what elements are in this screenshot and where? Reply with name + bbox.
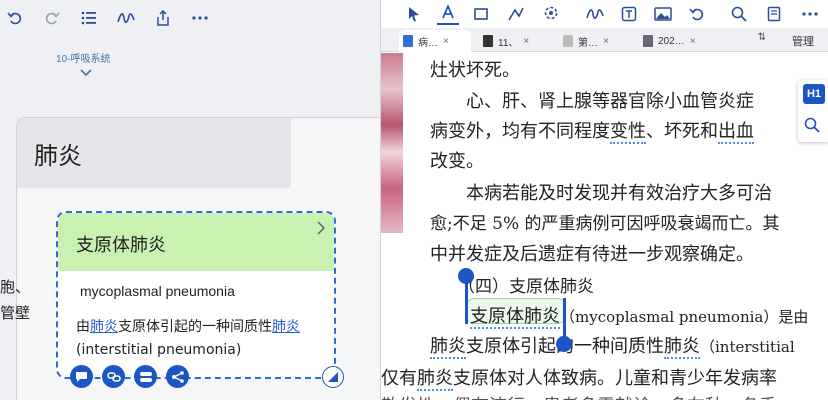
- page-text-line: 中并发症及后遗症有待进一步观察确定。: [430, 244, 754, 265]
- pdf-icon: [643, 35, 653, 47]
- pen-icon[interactable]: [584, 3, 606, 25]
- desc-link[interactable]: 肺炎: [90, 319, 118, 335]
- selection-handle-line: [465, 280, 468, 324]
- close-icon[interactable]: ×: [523, 36, 529, 47]
- heading-h1-button[interactable]: H1: [803, 84, 825, 104]
- term-link[interactable]: 肺炎: [417, 368, 453, 391]
- cropped-text: 管壁: [0, 304, 31, 322]
- term-link[interactable]: 变性: [610, 121, 646, 144]
- resize-handle-icon[interactable]: [322, 366, 344, 388]
- document-tabs: 病… × 11、 × 第… × 202… × ⇅ 管理: [381, 28, 828, 52]
- page-text-line: 改变。: [430, 151, 484, 172]
- page-text-line: 病变外，均有不同程度变性、坏死和出血: [430, 117, 754, 144]
- link-icon[interactable]: [102, 365, 125, 388]
- textbox-icon[interactable]: [618, 3, 640, 25]
- page-text-line: 本病若能及时发现并有效治疗大多可治: [466, 183, 772, 204]
- search-icon[interactable]: [804, 117, 820, 138]
- outline-list-icon[interactable]: [78, 7, 100, 29]
- cropped-text: 胞、: [0, 278, 31, 296]
- app-window: 10-呼吸系统 肺炎 支原体肺炎 mycoplasmal pneumonia 由…: [0, 0, 828, 400]
- selection-start-handle[interactable]: [458, 268, 474, 284]
- close-icon[interactable]: ×: [443, 36, 449, 47]
- mindmap-toolbar: [0, 0, 220, 36]
- selection-end-handle[interactable]: [556, 336, 572, 352]
- close-icon[interactable]: ×: [603, 36, 609, 47]
- desc-text: 支原体引起的一种间质性: [118, 319, 272, 335]
- text-run: 仅有: [381, 368, 417, 389]
- mindmap-pane: 10-呼吸系统 肺炎 支原体肺炎 mycoplasmal pneumonia 由…: [0, 0, 380, 400]
- share-node-icon[interactable]: [166, 365, 189, 388]
- pdf-icon: [483, 35, 493, 47]
- mindmap-root-label: 肺炎: [34, 142, 82, 170]
- text-run: 、坏死和: [646, 121, 718, 142]
- page-text-line: 愈;不足 5% 的严重病例可因呼吸衰竭而亡。其: [430, 214, 780, 234]
- desc-link[interactable]: 肺炎: [272, 319, 300, 335]
- tab-label: 11、: [498, 37, 519, 49]
- pdf-icon: [403, 35, 413, 47]
- chevron-right-icon[interactable]: [316, 221, 326, 240]
- node-card-english: mycoplasmal pneumonia: [80, 283, 235, 299]
- annotation-toolbar: [381, 0, 828, 28]
- text-run: （interstitial: [700, 338, 795, 356]
- mindmap-node-card[interactable]: 支原体肺炎 mycoplasmal pneumonia 由肺炎支原体引起的一种间…: [56, 211, 336, 379]
- desc-text: (interstitial pneumonia): [76, 342, 242, 358]
- comment-icon[interactable]: [70, 365, 93, 388]
- more-icon[interactable]: [189, 7, 211, 29]
- tab-label: 第…: [578, 37, 598, 49]
- text-run: （mycoplasmal pneumonia）是由: [560, 308, 809, 326]
- chevron-down-icon[interactable]: [79, 64, 93, 82]
- search-icon[interactable]: [728, 3, 750, 25]
- section-heading: （四）支原体肺炎: [458, 277, 594, 297]
- node-card-title: 支原体肺炎: [76, 235, 166, 256]
- tab-sort-icon[interactable]: ⇅: [758, 32, 766, 43]
- pdf-icon: [563, 35, 573, 47]
- shape-icon[interactable]: [505, 3, 527, 25]
- text-run: 支原体对人体致病。儿童和青少年发病率: [453, 368, 777, 389]
- undo-icon[interactable]: [4, 7, 26, 29]
- tab-label: 202…: [658, 35, 685, 47]
- tab-document-2[interactable]: 11、 ×: [479, 30, 553, 52]
- redo-icon[interactable]: [41, 7, 63, 29]
- breadcrumb[interactable]: 10-呼吸系统: [56, 50, 110, 65]
- share-icon[interactable]: [152, 7, 174, 29]
- tab-document-4[interactable]: 202… ×: [639, 30, 719, 52]
- tab-document-3[interactable]: 第… ×: [559, 30, 633, 52]
- term-link[interactable]: 肺炎: [664, 336, 700, 359]
- page-text-line: 灶状坏死。: [430, 60, 520, 81]
- undo-icon[interactable]: [686, 3, 708, 25]
- tab-label: 病…: [418, 37, 438, 49]
- desc-text: 由: [76, 319, 90, 335]
- rectangle-select-icon[interactable]: [470, 3, 492, 25]
- pointer-icon[interactable]: [403, 3, 425, 25]
- group-icon[interactable]: [134, 365, 157, 388]
- page-text-line: 肺炎支原体引起的一种间质性肺炎（interstitial: [430, 332, 795, 359]
- page-text-line: 支原体肺炎（mycoplasmal pneumonia）是由: [470, 302, 809, 329]
- page-text-line: 散发性，偶有流行。患者多需就诊，多在秋、冬季: [381, 392, 777, 400]
- text-run: 病变外，均有不同程度: [430, 121, 610, 142]
- page-text-line: 仅有肺炎支原体对人体致病。儿童和青少年发病率: [381, 364, 777, 391]
- node-card-description: 由肺炎支原体引起的一种间质性肺炎(interstitial pneumonia): [76, 316, 326, 362]
- histology-image: [381, 53, 403, 233]
- term-link[interactable]: 肺炎: [430, 336, 466, 359]
- lasso-icon[interactable]: [540, 3, 562, 25]
- selected-term[interactable]: 支原体肺炎: [470, 306, 560, 329]
- term-link[interactable]: 出血: [718, 121, 754, 144]
- tab-manage-button[interactable]: 管理: [792, 33, 814, 49]
- more-icon[interactable]: [799, 3, 821, 25]
- close-icon[interactable]: ×: [690, 36, 696, 47]
- bookmark-icon[interactable]: [763, 3, 785, 25]
- page-text-line: 心、肝、肾上腺等器官除小血管炎症: [466, 91, 754, 112]
- handwriting-icon[interactable]: [115, 7, 137, 29]
- image-icon[interactable]: [652, 3, 674, 25]
- text-highlight-icon[interactable]: [437, 3, 459, 25]
- tab-document-1[interactable]: 病… ×: [399, 30, 471, 52]
- node-action-bar: [70, 365, 189, 388]
